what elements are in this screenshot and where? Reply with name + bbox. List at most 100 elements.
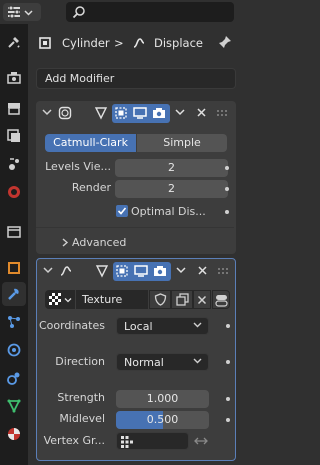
catmull-clark-button[interactable]: Catmull-Clark xyxy=(45,134,136,152)
unlink-texture-button[interactable] xyxy=(193,290,211,309)
breadcrumb-modifier: Displace xyxy=(154,36,203,50)
add-modifier-dropdown[interactable]: Add Modifier xyxy=(36,68,236,89)
texture-properties-button[interactable] xyxy=(212,290,230,309)
checkmark-icon xyxy=(117,207,127,215)
chevron-down-icon xyxy=(24,9,33,16)
texture-browse-button[interactable] xyxy=(45,290,75,309)
advanced-subpanel-header[interactable]: Advanced xyxy=(72,236,126,249)
view-layer-icon xyxy=(7,129,20,142)
vertex-group-field[interactable] xyxy=(116,432,189,450)
tab-output[interactable] xyxy=(2,96,26,120)
tab-tool[interactable] xyxy=(2,30,26,54)
tab-data[interactable] xyxy=(2,394,26,418)
vertex-group-icon xyxy=(121,436,133,448)
optimal-display-checkbox[interactable] xyxy=(116,205,128,217)
edit-mode-toggle-icon[interactable] xyxy=(95,264,109,278)
direction-label: Direction xyxy=(55,355,105,368)
tab-view-layer[interactable] xyxy=(2,124,26,148)
tab-particles[interactable] xyxy=(2,310,26,334)
close-icon[interactable] xyxy=(196,107,207,118)
modifier-properties-panel: Cylinder > Displace Add Modifier Catmull… xyxy=(28,24,244,465)
divider xyxy=(36,227,234,228)
keyframe-dot[interactable] xyxy=(226,397,230,401)
displace-modifier-icon xyxy=(60,266,72,276)
shield-icon xyxy=(154,293,167,306)
data-icon xyxy=(7,399,21,414)
new-texture-button[interactable] xyxy=(171,290,193,309)
render-camera-icon[interactable] xyxy=(153,264,167,278)
viewport-display-icon[interactable] xyxy=(133,106,147,120)
keyframe-dot[interactable] xyxy=(226,360,230,364)
texture-name-field[interactable]: Texture xyxy=(76,290,148,309)
chevron-down-icon xyxy=(193,322,202,328)
toggle-switch-icon xyxy=(215,295,228,307)
chevron-down-icon xyxy=(64,298,72,303)
close-icon xyxy=(197,295,207,305)
tab-collection[interactable] xyxy=(2,220,26,244)
tab-scene[interactable] xyxy=(2,152,26,176)
scene-icon xyxy=(9,158,19,170)
properties-header xyxy=(0,0,244,24)
tab-physics[interactable] xyxy=(2,338,26,362)
on-cage-toggle-icon[interactable] xyxy=(115,264,129,278)
displace-modifier-icon xyxy=(133,38,145,48)
tab-render[interactable] xyxy=(2,66,26,90)
collapse-chevron-icon[interactable] xyxy=(43,265,53,275)
material-icon xyxy=(8,428,20,440)
midlevel-label: Midlevel xyxy=(59,412,105,425)
on-cage-toggle-icon[interactable] xyxy=(114,106,128,120)
levels-viewport-field[interactable]: 2 xyxy=(115,159,228,177)
physics-icon xyxy=(7,343,21,357)
invert-vertex-group-button[interactable] xyxy=(190,432,212,450)
tab-world[interactable] xyxy=(2,180,26,204)
render-camera-icon[interactable] xyxy=(152,106,166,120)
tool-icon xyxy=(8,37,20,48)
collapse-chevron-icon[interactable] xyxy=(42,107,52,117)
render-levels-label: Render xyxy=(71,181,111,194)
coordinates-label: Coordinates xyxy=(38,319,105,332)
close-icon[interactable] xyxy=(197,265,208,276)
fake-user-button[interactable] xyxy=(149,290,171,309)
arrow-left-right-icon xyxy=(194,437,208,445)
chevron-down-icon[interactable] xyxy=(175,264,187,276)
tab-constraints[interactable] xyxy=(2,366,26,390)
editor-type-button[interactable] xyxy=(3,3,41,21)
tab-modifiers[interactable] xyxy=(2,282,26,306)
keyframe-dot[interactable] xyxy=(226,418,230,422)
edit-mode-toggle-icon[interactable] xyxy=(94,106,108,120)
keyframe-dot[interactable] xyxy=(225,187,229,191)
midlevel-value: 0.500 xyxy=(146,413,179,426)
breadcrumb-separator: > xyxy=(114,36,124,50)
properties-editor-icon xyxy=(8,5,20,19)
render-levels-field[interactable]: 2 xyxy=(115,180,228,198)
pin-icon[interactable] xyxy=(218,35,232,49)
particles-icon xyxy=(8,316,20,328)
coordinates-dropdown[interactable]: Local xyxy=(116,317,209,335)
search-input[interactable] xyxy=(66,2,234,22)
keyframe-dot[interactable] xyxy=(226,324,230,328)
tab-object[interactable] xyxy=(2,256,26,280)
drag-handle-icon[interactable] xyxy=(217,267,229,275)
chevron-right-icon[interactable] xyxy=(60,238,69,247)
displace-modifier-panel: Texture Coordinates Local Direction Norm… xyxy=(36,258,236,461)
chevron-down-icon[interactable] xyxy=(174,106,186,118)
duplicate-icon xyxy=(176,293,189,306)
object-icon xyxy=(39,37,51,49)
output-icon xyxy=(8,103,20,115)
keyframe-dot[interactable] xyxy=(225,210,229,214)
keyframe-dot[interactable] xyxy=(225,166,229,170)
direction-dropdown[interactable]: Normal xyxy=(116,353,209,371)
strength-label: Strength xyxy=(57,391,105,404)
simple-button[interactable]: Simple xyxy=(137,134,227,152)
tab-material[interactable] xyxy=(2,422,26,446)
vertex-group-label: Vertex Gr... xyxy=(43,434,105,447)
properties-tab-strip xyxy=(0,24,28,465)
midlevel-slider[interactable]: 0.500 xyxy=(116,411,209,429)
drag-handle-icon[interactable] xyxy=(216,109,228,117)
object-icon xyxy=(8,262,20,274)
checker-texture-icon xyxy=(49,293,61,305)
breadcrumb-object: Cylinder xyxy=(62,36,110,50)
breadcrumb: Cylinder > Displace xyxy=(28,32,244,54)
viewport-display-icon[interactable] xyxy=(134,264,148,278)
strength-field[interactable]: 1.000 xyxy=(116,390,209,408)
